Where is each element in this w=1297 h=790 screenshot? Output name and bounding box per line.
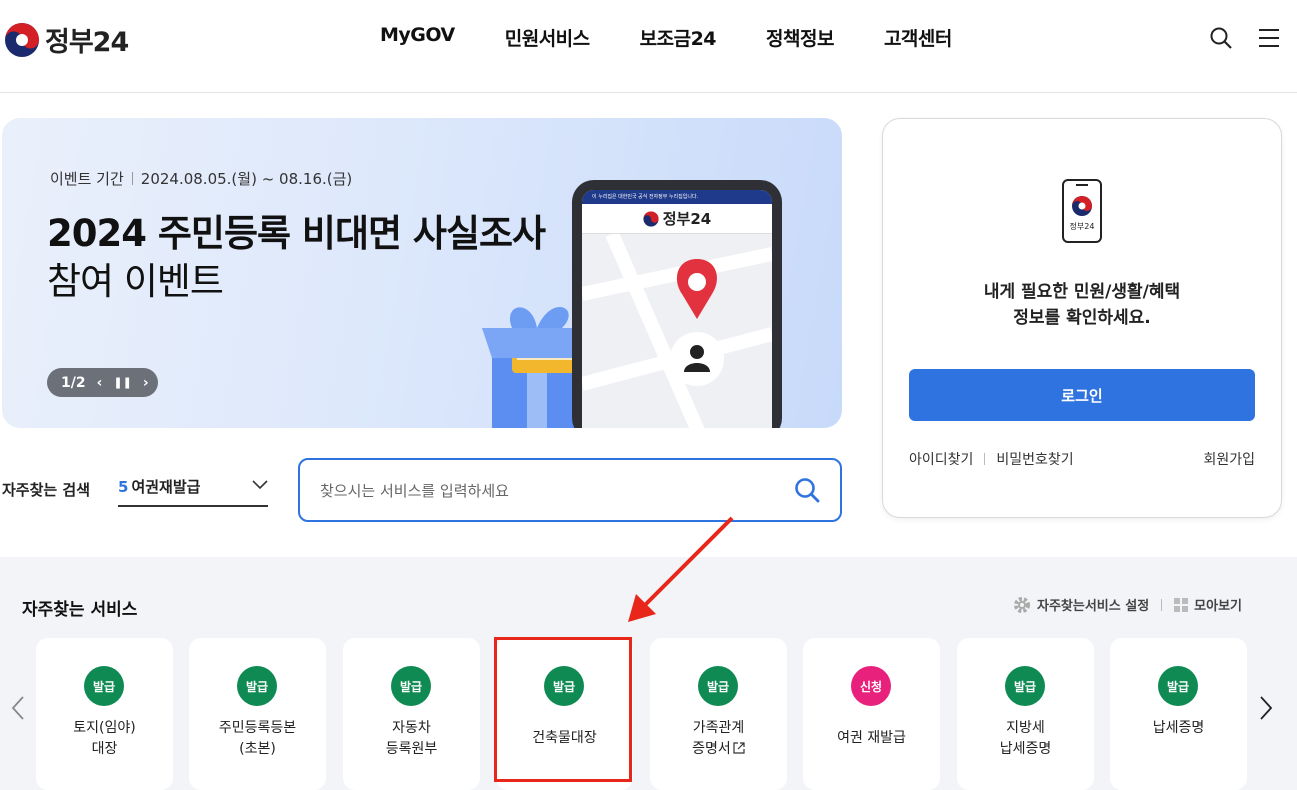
taegeuk-logo-icon xyxy=(643,210,659,227)
next-slide-icon[interactable]: › xyxy=(143,375,149,391)
service-card-family-certificate[interactable]: 발급 가족관계 증명서 xyxy=(650,638,787,790)
event-banner[interactable]: 이벤트 기간 2024.08.05.(월) ~ 08.16.(금) 2024 주민… xyxy=(2,118,842,428)
menu-icon[interactable] xyxy=(1257,26,1281,50)
issue-badge: 발급 xyxy=(698,666,738,706)
mobile-id-icon: 정부24 xyxy=(1062,179,1102,243)
frequent-services-options: 자주찾는서비스 설정 모아보기 xyxy=(1013,595,1242,614)
issue-badge: 발급 xyxy=(391,666,431,706)
service-card-label: 납세증명 xyxy=(1110,718,1247,739)
taegeuk-logo-icon xyxy=(5,22,39,57)
service-card-line2: (초본) xyxy=(239,741,276,757)
nav-subsidy24[interactable]: 보조금24 xyxy=(640,24,717,51)
service-card-line2: 납세증명 xyxy=(999,741,1052,757)
nav-mygov[interactable]: MyGOV xyxy=(380,24,455,51)
annotation-arrow xyxy=(628,516,734,622)
frequent-search-select[interactable]: 5 여권재발급 xyxy=(118,476,268,507)
find-id-link[interactable]: 아이디찾기 xyxy=(909,449,973,469)
search-box xyxy=(298,458,842,522)
frequent-search-label: 자주찾는 검색 xyxy=(2,481,91,499)
service-search-input[interactable] xyxy=(320,478,770,504)
event-title: 2024 주민등록 비대면 사실조사 xyxy=(47,212,546,255)
signup-link[interactable]: 회원가입 xyxy=(1203,449,1255,469)
services-settings-button[interactable]: 자주찾는서비스 설정 xyxy=(1013,595,1149,614)
find-password-link[interactable]: 비밀번호찾기 xyxy=(996,449,1073,469)
frequent-services-title: 자주찾는 서비스 xyxy=(22,600,138,620)
pager-count: 1/2 xyxy=(61,374,86,391)
nav-customer-center[interactable]: 고객센터 xyxy=(884,24,952,51)
search-icon[interactable] xyxy=(1209,26,1233,50)
service-card-label: 여권 재발급 xyxy=(803,728,940,749)
event-period-value: 2024.08.05.(월) ~ 08.16.(금) xyxy=(140,170,353,188)
service-card-tax-certificate[interactable]: 발급 납세증명 xyxy=(1110,638,1247,790)
service-card-line2: 대장 xyxy=(91,741,118,757)
frequent-search-rank: 5 xyxy=(118,478,129,496)
phone-topbar: 이 누리집은 대한민국 공식 전자정부 누리집입니다. xyxy=(582,190,772,204)
apply-badge: 신청 xyxy=(851,666,891,706)
service-card-passport-reissue[interactable]: 신청 여권 재발급 xyxy=(803,638,940,790)
service-card-label: 토지(임야) 대장 xyxy=(36,718,173,760)
login-message-line2: 정보를 확인하세요. xyxy=(1013,308,1151,328)
issue-badge: 발급 xyxy=(1158,666,1198,706)
search-icon[interactable] xyxy=(794,477,820,503)
nav-civil-service[interactable]: 민원서비스 xyxy=(505,24,590,51)
services-settings-label: 자주찾는서비스 설정 xyxy=(1036,599,1150,614)
grid-icon xyxy=(1174,597,1189,612)
phone-app-logo: 정부24 xyxy=(582,204,772,234)
nav-policy-info[interactable]: 정책정보 xyxy=(766,24,834,51)
phone-app-text: 정부24 xyxy=(662,210,712,228)
service-card-land-register[interactable]: 발급 토지(임야) 대장 xyxy=(36,638,173,790)
pause-icon[interactable]: ❚❚ xyxy=(113,376,131,389)
prev-slide-icon[interactable]: ‹ xyxy=(97,375,103,391)
map-illustration xyxy=(582,231,772,428)
account-links: 아이디찾기 비밀번호찾기 xyxy=(909,449,1074,469)
chevron-left-icon[interactable] xyxy=(10,695,26,721)
event-period-label: 이벤트 기간 xyxy=(50,170,124,188)
service-card-vehicle-register[interactable]: 발급 자동차 등록원부 xyxy=(343,638,480,790)
annotation-highlight-box xyxy=(494,637,632,782)
service-card-line1: 자동차 xyxy=(392,720,431,736)
mobile-id-caption: 정부24 xyxy=(1070,221,1095,231)
service-card-line1: 토지(임야) xyxy=(73,720,136,736)
service-card-label: 가족관계 증명서 xyxy=(650,718,787,760)
phone-illustration: 이 누리집은 대한민국 공식 전자정부 누리집입니다. 정부24 xyxy=(572,180,782,428)
service-card-label: 자동차 등록원부 xyxy=(343,718,480,760)
view-all-label: 모아보기 xyxy=(1194,599,1242,614)
login-button[interactable]: 로그인 xyxy=(909,369,1255,421)
service-card-label: 지방세 납세증명 xyxy=(957,718,1094,760)
service-card-line1: 주민등록등본 xyxy=(218,720,297,736)
chevron-right-icon[interactable] xyxy=(1258,695,1274,721)
chevron-down-icon xyxy=(252,480,268,490)
service-card-line1: 여권 재발급 xyxy=(837,730,906,746)
view-all-button[interactable]: 모아보기 xyxy=(1174,595,1242,614)
banner-pager: 1/2 ‹ ❚❚ › xyxy=(47,368,158,397)
issue-badge: 발급 xyxy=(237,666,277,706)
header: 정부24 MyGOV 민원서비스 보조금24 정책정보 고객센터 xyxy=(0,0,1297,93)
frequent-search-selected: 여권재발급 xyxy=(131,478,201,496)
logo[interactable]: 정부24 xyxy=(4,20,129,59)
service-card-line2: 증명서 xyxy=(692,741,731,757)
logo-text: 정부24 xyxy=(45,27,129,58)
event-period: 이벤트 기간 2024.08.05.(월) ~ 08.16.(금) xyxy=(50,168,352,189)
service-card-line1: 가족관계 xyxy=(692,720,745,736)
event-subtitle: 참여 이벤트 xyxy=(47,260,224,303)
issue-badge: 발급 xyxy=(84,666,124,706)
login-message-line1: 내게 필요한 민원/생활/혜택 xyxy=(983,282,1181,302)
login-panel: 정부24 내게 필요한 민원/생활/혜택 정보를 확인하세요. 로그인 아이디찾… xyxy=(882,118,1282,518)
login-message: 내게 필요한 민원/생활/혜택 정보를 확인하세요. xyxy=(883,279,1281,331)
service-card-label: 주민등록등본 (초본) xyxy=(189,718,326,760)
service-card-local-tax-certificate[interactable]: 발급 지방세 납세증명 xyxy=(957,638,1094,790)
issue-badge: 발급 xyxy=(1005,666,1045,706)
service-card-line1: 지방세 xyxy=(1006,720,1045,736)
external-link-icon xyxy=(733,742,745,754)
gear-icon xyxy=(1013,596,1030,613)
global-nav: MyGOV 민원서비스 보조금24 정책정보 고객센터 xyxy=(380,24,1002,51)
service-card-line2: 등록원부 xyxy=(385,741,438,757)
service-card-line1: 납세증명 xyxy=(1152,720,1205,736)
service-card-resident-register[interactable]: 발급 주민등록등본 (초본) xyxy=(189,638,326,790)
